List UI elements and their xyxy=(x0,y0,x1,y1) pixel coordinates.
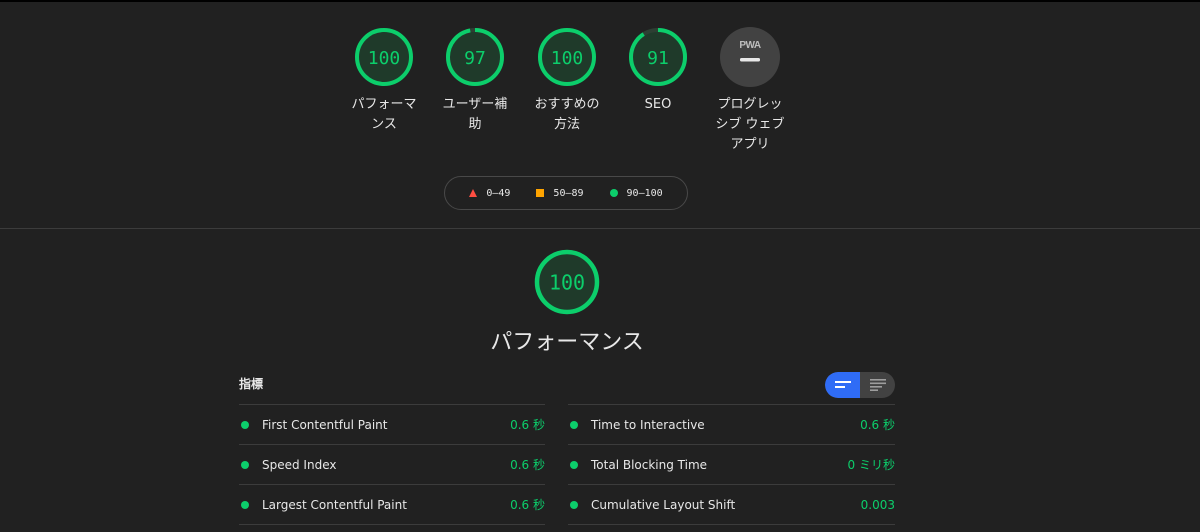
metric-value: 0.003 xyxy=(860,497,895,512)
metric-name: First Contentful Paint xyxy=(262,417,388,432)
pass-circle-icon xyxy=(241,500,249,509)
category-accessibility[interactable]: 97 ユーザー補 助 xyxy=(430,26,520,135)
expanded-view-button[interactable] xyxy=(860,372,895,398)
performance-main-gauge: 100 xyxy=(534,249,600,315)
pass-circle-icon xyxy=(570,500,578,509)
triangle-icon xyxy=(469,189,478,197)
accessibility-label: ユーザー補 助 xyxy=(442,97,508,132)
best-practices-score: 100 xyxy=(551,48,584,69)
metric-row-tti: Time to Interactive 0.6 秒 xyxy=(568,404,895,444)
metric-row-cls: Cumulative Layout Shift 0.003 xyxy=(568,484,895,524)
seo-score: 91 xyxy=(647,48,669,69)
accessibility-score: 97 xyxy=(464,48,486,69)
metric-row-border xyxy=(239,524,545,526)
legend-average: 50–89 xyxy=(536,188,584,199)
metric-name: Time to Interactive xyxy=(591,417,705,432)
legend-fail: 0–49 xyxy=(469,188,510,199)
pass-circle-icon xyxy=(570,460,578,469)
metric-name: Speed Index xyxy=(262,457,337,472)
metric-row-tbt: Total Blocking Time 0 ミリ秒 xyxy=(568,444,895,484)
category-best-practices[interactable]: 100 おすすめの 方法 xyxy=(522,26,612,135)
performance-title: パフォーマンス xyxy=(490,330,644,355)
expanded-view-icon xyxy=(869,379,886,391)
metric-value: 0 ミリ秒 xyxy=(847,458,895,472)
legend-pass: 90–100 xyxy=(609,188,663,199)
square-icon xyxy=(536,189,545,197)
seo-label: SEO xyxy=(644,97,672,112)
pwa-label: プログレッ シブ ウェブ アプリ xyxy=(715,97,785,152)
metric-value: 0.6 秒 xyxy=(510,458,545,472)
best-practices-gauge: 100 xyxy=(538,28,596,86)
metrics-view-toggle xyxy=(825,372,895,398)
metric-row-lcp: Largest Contentful Paint 0.6 秒 xyxy=(239,484,545,524)
pass-circle-icon xyxy=(241,420,249,429)
performance-label: パフォーマ ンス xyxy=(351,97,417,132)
pass-circle-icon xyxy=(570,420,578,429)
performance-main-score: 100 xyxy=(549,271,585,295)
metrics-left-column: First Contentful Paint 0.6 秒 Speed Index… xyxy=(239,404,545,526)
metric-name: Largest Contentful Paint xyxy=(262,497,407,512)
score-legend: 0–49 50–89 90–100 xyxy=(444,176,688,210)
seo-gauge: 91 xyxy=(629,28,687,86)
pwa-dash-icon xyxy=(740,58,760,62)
compact-view-button[interactable] xyxy=(825,372,860,398)
category-performance[interactable]: 100 パフォーマ ンス xyxy=(339,26,429,135)
metric-value: 0.6 秒 xyxy=(510,418,545,432)
metric-name: Total Blocking Time xyxy=(591,457,708,472)
pass-circle-icon xyxy=(241,460,249,469)
pwa-badge-icon: PWA xyxy=(720,27,780,87)
metrics-right-column: Time to Interactive 0.6 秒 Total Blocking… xyxy=(568,404,895,526)
metric-value: 0.6 秒 xyxy=(860,418,895,432)
metrics-header: 指標 xyxy=(239,377,264,391)
metric-row-speed-index: Speed Index 0.6 秒 xyxy=(239,444,545,484)
performance-gauge: 100 xyxy=(355,28,413,86)
metric-row-border xyxy=(568,524,895,526)
compact-view-icon xyxy=(834,381,851,388)
performance-score: 100 xyxy=(368,48,401,69)
metric-name: Cumulative Layout Shift xyxy=(591,497,736,512)
category-seo[interactable]: 91 SEO xyxy=(613,26,703,115)
pwa-badge-text: PWA xyxy=(739,40,761,51)
accessibility-gauge: 97 xyxy=(446,28,504,86)
metric-row-fcp: First Contentful Paint 0.6 秒 xyxy=(239,404,545,444)
section-divider xyxy=(0,228,1200,229)
metric-value: 0.6 秒 xyxy=(510,498,545,512)
lighthouse-report: 100 パフォーマ ンス 97 ユーザー補 助 100 おすすめの 方法 91 … xyxy=(0,0,1200,532)
circle-icon xyxy=(609,189,618,197)
best-practices-label: おすすめの 方法 xyxy=(534,97,600,132)
category-pwa[interactable]: PWA プログレッ シブ ウェブ アプリ xyxy=(705,26,795,155)
